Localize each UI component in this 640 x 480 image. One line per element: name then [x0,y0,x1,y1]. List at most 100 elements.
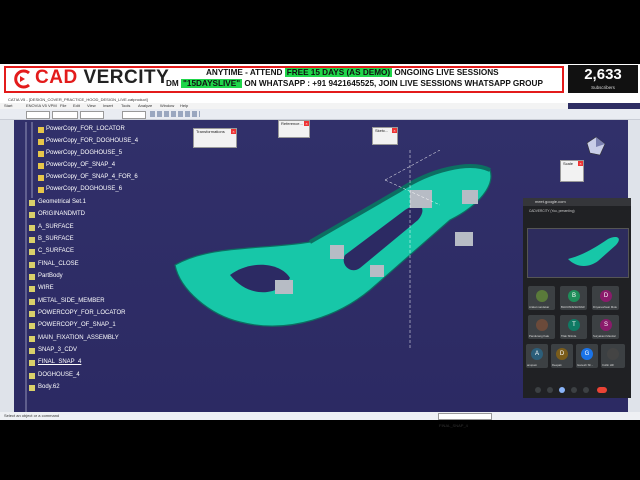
menu-insert[interactable]: Insert [103,103,113,108]
promo-line-2: DM "15DAYSLIVE" ON WHATSAPP : +91 942164… [166,79,543,88]
tree-item-powercopy-locator[interactable]: PowerCopy_FOR_LOCATOR [46,126,125,132]
tree-item-a-surface[interactable]: A_SURFACE [38,224,74,230]
participant-tile[interactable]: A anupam [526,344,548,368]
tree-item-powercopy-of-snap-1[interactable]: POWERCOPY_OF_SNAP_1 [38,322,116,328]
selection-field[interactable]: FINAL_SNAP_4 [438,413,492,428]
tree-item-main-fixation-assembly[interactable]: MAIN_FIXATION_ASSEMBLY [38,335,119,341]
subscriber-label: Subscribers [591,85,615,90]
participant-name: Ganesh Sh... [577,363,594,367]
tree-item-powercopy-doghouse-6[interactable]: PowerCopy_DOGHOUSE_6 [46,186,122,192]
tree-item-doghouse-4[interactable]: DOGHOUSE_4 [38,372,80,378]
menu-edit[interactable]: Edit [73,103,80,108]
end-call-button[interactable] [597,387,607,393]
tree-item-powercopy-snap-4-for-6[interactable]: PowerCopy_OF_SNAP_4_FOR_6 [46,174,138,180]
close-icon[interactable]: × [304,121,309,126]
tree-item-originandmtd[interactable]: ORIGINANDMTD [38,211,85,217]
status-bar: Select an object or a command FINAL_SNAP… [0,412,640,428]
presenting-label: CADVERCITY (You, presenting) [529,209,575,213]
powercopy-icon [38,139,44,145]
camera-button[interactable] [547,387,553,393]
meet-address-bar: meet.google.com [523,198,631,206]
line-type-dropdown[interactable]: None [26,111,50,126]
menu-enovia[interactable]: ENOVIA V5 VPM [26,103,57,108]
body-icon [29,385,35,391]
transformations-title: Transformations [196,129,225,134]
tree-item-c-surface[interactable]: C_SURFACE [38,248,74,254]
menu-window[interactable]: Window [160,103,174,108]
menu-help[interactable]: Help [180,103,188,108]
geometrical-set-icon [29,225,35,231]
menu-start[interactable]: Start [4,103,12,108]
more-options-button[interactable] [583,387,589,393]
geometrical-set-icon [29,360,35,366]
tree-item-final-close[interactable]: FINAL_CLOSE [38,261,79,267]
toolbar-icons[interactable] [150,111,200,117]
participant-tile[interactable]: T Tilak Shinde [560,315,587,339]
avatar: G [581,348,593,360]
powercopy-icon [38,163,44,169]
geometrical-set-icon [29,348,35,354]
participant-name: Deepak [552,363,562,367]
tree-item-b-surface[interactable]: B_SURFACE [38,236,74,242]
participant-tile[interactable]: S Suryakant Mandal [592,315,619,339]
tree-item-snap-3-cdv[interactable]: SNAP_3_CDV [38,347,77,353]
cad-vercity-logo-icon [14,69,30,89]
geometrical-set-icon [29,336,35,342]
menu-tools[interactable]: Tools [121,103,130,108]
avatar: A [531,348,543,360]
color-dropdown[interactable]: Auto [80,111,104,126]
geometrical-set-icon [29,249,35,255]
compass-icon[interactable] [585,135,607,157]
tree-item-body-62[interactable]: Body.62 [38,384,60,390]
meet-side-panel: meet.google.com CADVERCITY (You, present… [523,198,631,398]
hood-part-model[interactable] [170,150,520,350]
avatar: D [600,290,612,302]
meet-url: meet.google.com [535,199,566,204]
avatar [607,348,619,360]
presentation-preview[interactable] [527,228,629,278]
tree-item-final-snap-4[interactable]: FINAL_SNAP_4 [38,359,81,365]
powercopy-icon [38,187,44,193]
reactions-button[interactable] [571,387,577,393]
avatar: B [568,290,580,302]
powercopy-icon [38,151,44,157]
promo-line-1: ANYTIME - ATTEND FREE 15 DAYS (AS DEMO) … [206,68,499,77]
tree-item-geometrical-set[interactable]: Geometrical Set.1 [38,199,86,205]
tree-item-wire[interactable]: WIRE [38,285,54,291]
participant-name: anupam [527,363,538,367]
tree-item-powercopy-doghouse-5[interactable]: PowerCopy_DOGHOUSE_5 [46,150,122,156]
mic-button[interactable] [535,387,541,393]
avatar: T [568,319,580,331]
tree-item-powercopy-snap-4[interactable]: PowerCopy_OF_SNAP_4 [46,162,115,168]
tree-item-metal-side-member[interactable]: METAL_SIDE_MEMBER [38,298,105,304]
window-title: CATIA V5 - [DESIGN_COVER_PRACTICE_HOOD_D… [8,97,148,102]
line-weight-dropdown[interactable] [52,111,78,119]
present-button[interactable] [559,387,565,393]
close-icon[interactable]: × [231,129,236,134]
layer-dropdown[interactable]: None [122,111,146,126]
participant-tile[interactable]: Collin Hill [601,344,625,368]
tree-item-powercopy-for-locator[interactable]: POWERCOPY_FOR_LOCATOR [38,310,125,316]
status-hint: Select an object or a command [4,413,60,418]
menu-file[interactable]: File [60,103,66,108]
participant-tile[interactable]: B BHUVANESHWAR [560,286,587,310]
sketch-toolbar[interactable]: Sketc... × [372,127,398,145]
participant-tile[interactable]: Aniket nandekar [528,286,555,310]
close-icon[interactable]: × [392,128,397,133]
window-titlebar: CATIA V5 - [DESIGN_COVER_PRACTICE_HOOD_D… [0,96,640,103]
tree-item-partbody[interactable]: PartBody [38,273,63,279]
geometrical-set-icon [29,286,35,292]
reference-toolbar[interactable]: Reference... × [278,120,310,138]
left-toolbar [0,120,14,412]
participant-name: Aniket nandekar [529,305,550,309]
transformations-toolbar[interactable]: Transformations × [193,128,237,148]
participant-tile[interactable]: Pandurang Kale [528,315,555,339]
tree-item-powercopy-doghouse-4[interactable]: PowerCopy_FOR_DOGHOUSE_4 [46,138,138,144]
participant-tile[interactable]: D Deepak [551,344,573,368]
participant-tile[interactable]: G Ganesh Sh... [576,344,598,368]
menu-analyze[interactable]: Analyze [138,103,152,108]
scale-toolbar[interactable]: Scale × [560,160,584,182]
participant-tile[interactable]: D Dnyaneshwar Mule [592,286,619,310]
menu-view[interactable]: View [87,103,96,108]
close-icon[interactable]: × [578,161,583,166]
